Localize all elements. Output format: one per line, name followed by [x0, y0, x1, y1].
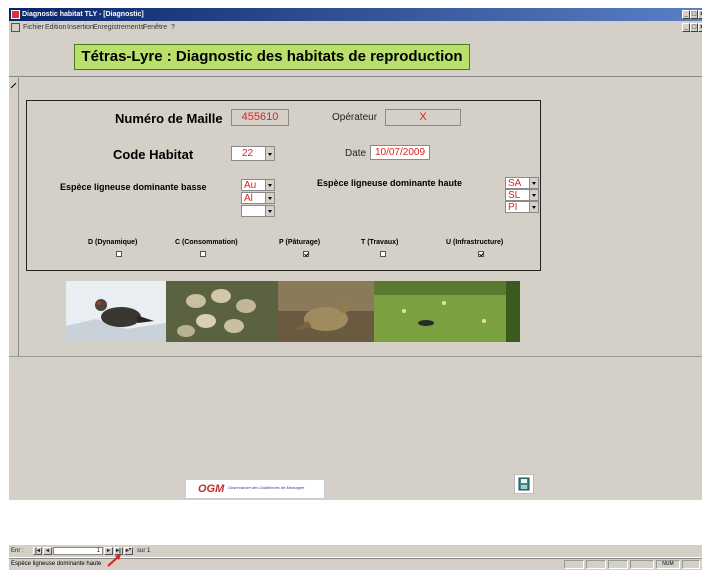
edit-pencil-icon	[10, 82, 17, 89]
menu-fenetre[interactable]: Fenêtre	[143, 21, 167, 34]
operateur-label: Opérateur	[332, 112, 378, 123]
checkbox-label-consommation: C (Consommation)	[175, 239, 238, 246]
checkbox-label-dynamique: D (Dynamique)	[88, 239, 138, 246]
photo-grouse-snow	[66, 281, 166, 342]
status-panel-2	[586, 560, 606, 569]
save-icon	[518, 477, 530, 491]
minimize-button[interactable]: _	[682, 10, 690, 19]
checkbox-label-infrastructure: U (Infrastructure)	[446, 239, 504, 246]
photo-meadow	[374, 281, 520, 342]
doc-minimize-button[interactable]: _	[682, 23, 690, 32]
status-num: NUM	[656, 560, 680, 569]
basse-dropdown-icon-2[interactable]	[265, 193, 274, 203]
date-field[interactable]: 10/07/2009	[370, 145, 430, 160]
first-record-icon[interactable]: |◂	[33, 547, 42, 555]
save-button[interactable]	[514, 474, 534, 494]
status-panel-1	[564, 560, 584, 569]
date-label: Date	[345, 148, 367, 159]
basse-combo-1[interactable]: Au	[241, 179, 275, 191]
haute-dropdown-icon-1[interactable]	[529, 178, 538, 188]
basse-dropdown-icon-3[interactable]	[265, 206, 274, 216]
status-panel-3	[608, 560, 628, 569]
doc-close-button[interactable]: ×	[698, 23, 702, 32]
form-icon[interactable]	[11, 23, 20, 32]
form-banner-title: Tétras-Lyre : Diagnostic des habitats de…	[74, 42, 472, 70]
haute-combo-3[interactable]: PI	[505, 201, 539, 213]
checkbox-paturage[interactable]	[303, 251, 309, 257]
nav-label: Enr :	[11, 548, 24, 554]
habitat-label: Code Habitat	[113, 147, 194, 162]
diagnostic-panel: Numéro de Maille 455610 Opérateur X Code…	[26, 100, 541, 271]
maille-label: Numéro de Maille	[115, 111, 223, 126]
menu-fichier[interactable]: Fichier	[23, 21, 44, 34]
basse-combo-3[interactable]	[241, 205, 275, 217]
checkbox-consommation[interactable]	[200, 251, 206, 257]
photo-hen-grouse	[278, 281, 374, 342]
menu-bar: Fichier Edition Insertion Enregistrement…	[9, 21, 702, 34]
status-panel-4	[630, 560, 654, 569]
haute-combo-1[interactable]: SA	[505, 177, 539, 189]
habitat-dropdown-icon[interactable]	[265, 147, 274, 160]
haute-dropdown-icon-3[interactable]	[529, 202, 538, 212]
form-area: Tétras-Lyre : Diagnostic des habitats de…	[9, 34, 702, 500]
haute-label: Espèce ligneuse dominante haute	[317, 178, 463, 188]
close-button[interactable]: ×	[698, 10, 702, 19]
checkbox-dynamique[interactable]	[116, 251, 122, 257]
menu-insertion[interactable]: Insertion	[67, 21, 94, 34]
haute-combo-2[interactable]: SL	[505, 189, 539, 201]
checkbox-travaux[interactable]	[380, 251, 386, 257]
habitat-value: 22	[242, 148, 254, 159]
operateur-field[interactable]: X	[385, 109, 461, 126]
app-icon[interactable]	[11, 10, 20, 19]
basse-label: Espèce ligneuse dominante basse	[60, 182, 207, 192]
status-text: Espèce ligneuse dominante haute	[11, 561, 102, 567]
header-divider	[9, 76, 702, 77]
window-title: Diagnostic habitat TLY - [Diagnostic]	[22, 11, 144, 18]
footer-divider	[9, 356, 702, 357]
checkbox-label-travaux: T (Travaux)	[361, 239, 399, 246]
mouse-pointer-icon	[107, 554, 121, 567]
photo-strip	[66, 281, 520, 342]
window-title-bar[interactable]: Diagnostic habitat TLY - [Diagnostic] _ …	[9, 8, 702, 21]
record-count: sur 1	[137, 548, 151, 554]
doc-restore-button[interactable]: □	[690, 23, 698, 32]
new-record-icon[interactable]: ▸*	[124, 547, 133, 555]
haute-dropdown-icon-2[interactable]	[529, 190, 538, 200]
checkbox-infrastructure[interactable]	[478, 251, 484, 257]
photo-nest-eggs	[166, 281, 278, 342]
menu-enregistrements[interactable]: Enregistrements	[93, 21, 144, 34]
habitat-combo[interactable]: 22	[231, 146, 275, 161]
basse-combo-2[interactable]: Al	[241, 192, 275, 204]
prev-record-icon[interactable]: ◂	[43, 547, 52, 555]
record-selector[interactable]	[9, 78, 19, 356]
maille-field[interactable]: 455610	[231, 109, 289, 126]
restore-button[interactable]: □	[690, 10, 698, 19]
record-number-field[interactable]: 1	[53, 547, 103, 555]
logo-text: Observatoire des Galliformes de Montagne	[228, 485, 305, 490]
logo-abbr: OGM	[198, 483, 225, 495]
basse-dropdown-icon-1[interactable]	[265, 180, 274, 190]
menu-edition[interactable]: Edition	[45, 21, 66, 34]
status-panel-6	[682, 560, 700, 569]
ogm-logo: OGM Observatoire des Galliformes de Mont…	[185, 479, 325, 499]
checkbox-label-paturage: P (Pâturage)	[279, 239, 321, 246]
menu-help[interactable]: ?	[171, 21, 175, 34]
